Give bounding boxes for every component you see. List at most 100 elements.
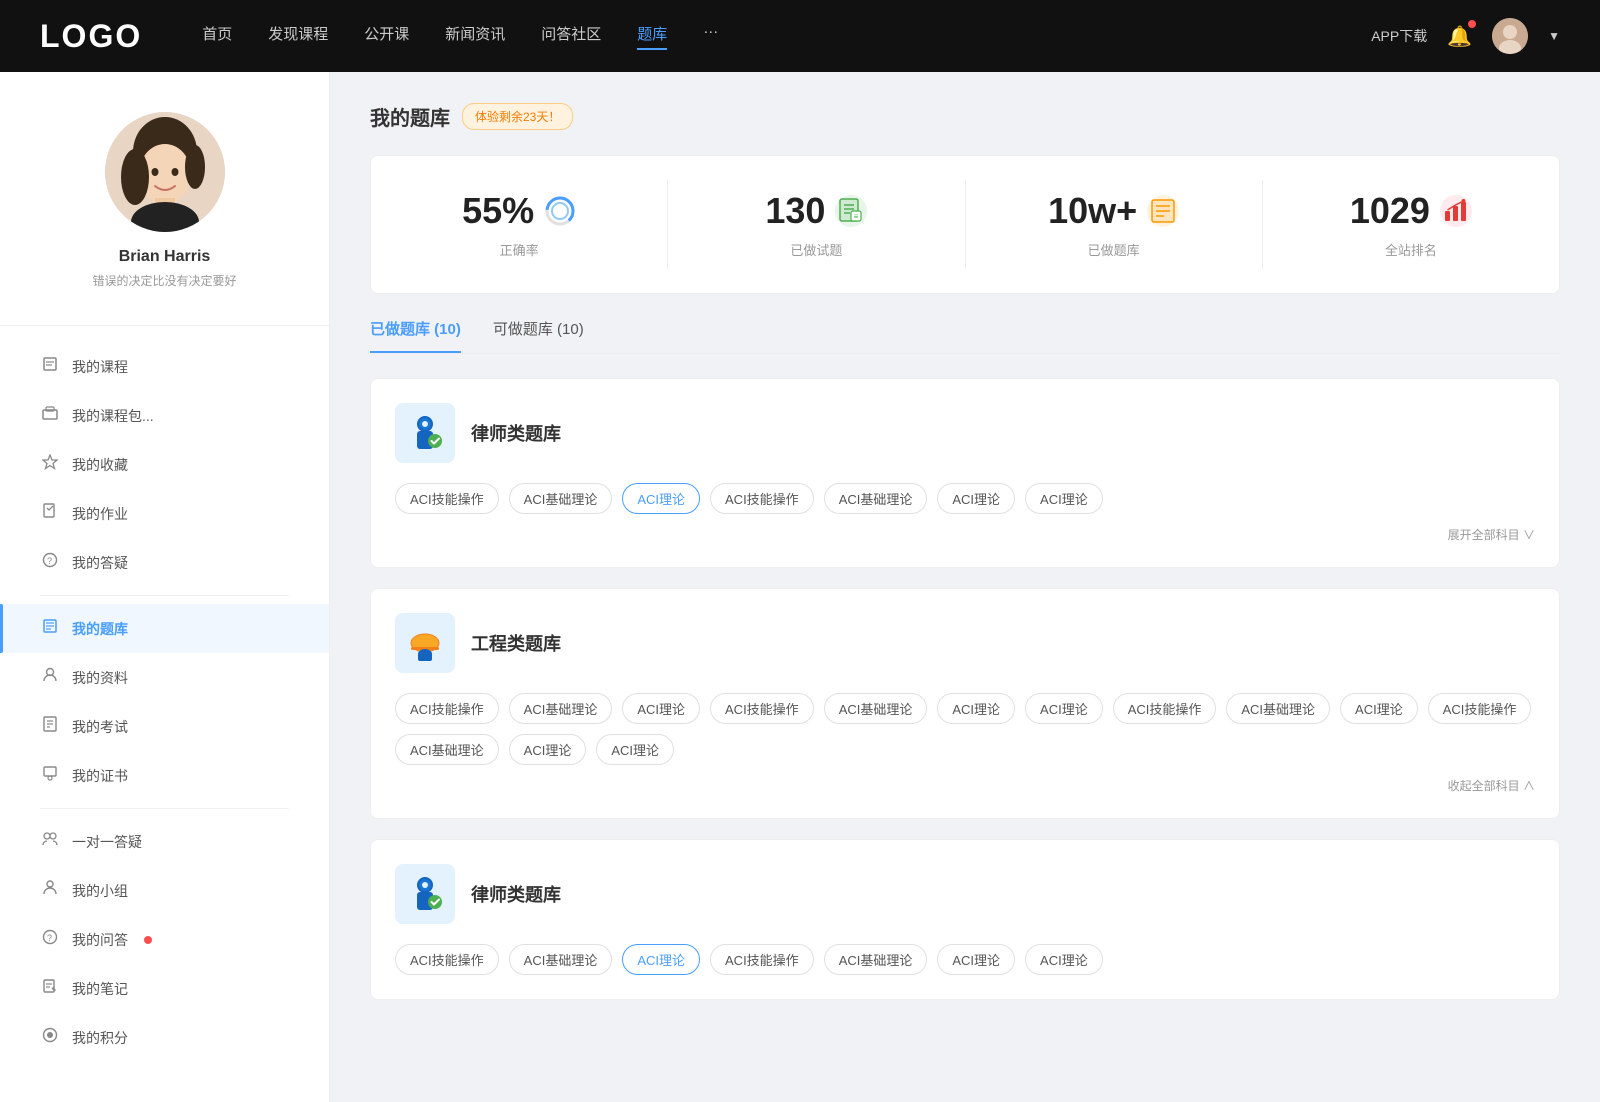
page-layout: Brian Harris 错误的决定比没有决定要好 我的课程 我的课程包... xyxy=(0,72,1600,1102)
stat-ranking: 1029 全站排名 xyxy=(1263,180,1559,269)
nav-more[interactable]: ··· xyxy=(703,23,718,50)
qbank-tag[interactable]: ACI技能操作 xyxy=(395,944,499,975)
notes-icon xyxy=(40,978,60,999)
nav-open-course[interactable]: 公开课 xyxy=(364,23,409,50)
sidebar-item-question-bank[interactable]: 我的题库 xyxy=(0,604,329,653)
sidebar: Brian Harris 错误的决定比没有决定要好 我的课程 我的课程包... xyxy=(0,72,330,1102)
sidebar-label: 我的小组 xyxy=(72,881,128,901)
sidebar-label: 我的课程包... xyxy=(72,406,154,426)
qbank-title-2: 工程类题库 xyxy=(471,630,561,656)
sidebar-item-one-on-one[interactable]: 一对一答疑 xyxy=(0,817,329,866)
sidebar-item-my-exams[interactable]: 我的考试 xyxy=(0,702,329,751)
sidebar-item-my-answers[interactable]: ? 我的问答 xyxy=(0,915,329,964)
qbank-icon xyxy=(40,618,60,639)
sidebar-item-my-courses[interactable]: 我的课程 xyxy=(0,342,329,391)
sidebar-label: 一对一答疑 xyxy=(72,832,142,852)
sidebar-item-course-package[interactable]: 我的课程包... xyxy=(0,391,329,440)
qbank-tag[interactable]: ACI基础理论 xyxy=(509,483,613,514)
qbank-expand-1[interactable]: 展开全部科目 ∨ xyxy=(395,526,1535,543)
qbank-tag[interactable]: ACI理论 xyxy=(622,693,700,724)
qbank-tags-2: ACI技能操作 ACI基础理论 ACI理论 ACI技能操作 ACI基础理论 AC… xyxy=(395,693,1535,765)
sidebar-item-my-notes[interactable]: 我的笔记 xyxy=(0,964,329,1013)
package-icon xyxy=(40,405,60,426)
nav-home[interactable]: 首页 xyxy=(202,23,232,50)
qbank-tag[interactable]: ACI基础理论 xyxy=(824,483,928,514)
qbank-card-lawyer-2: 律师类题库 ACI技能操作 ACI基础理论 ACI理论 ACI技能操作 ACI基… xyxy=(370,839,1560,1000)
qbank-tag-active[interactable]: ACI理论 xyxy=(622,944,700,975)
sidebar-label: 我的答疑 xyxy=(72,553,128,573)
qbank-expand-2[interactable]: 收起全部科目 ∧ xyxy=(395,777,1535,794)
qbank-tag[interactable]: ACI基础理论 xyxy=(824,944,928,975)
sidebar-item-my-points[interactable]: 我的积分 xyxy=(0,1013,329,1062)
qbank-tags-3: ACI技能操作 ACI基础理论 ACI理论 ACI技能操作 ACI基础理论 AC… xyxy=(395,944,1535,975)
qbank-tag[interactable]: ACI理论 xyxy=(509,734,587,765)
qbank-tag[interactable]: ACI技能操作 xyxy=(710,483,814,514)
qbank-tag[interactable]: ACI理论 xyxy=(596,734,674,765)
qbank-tag[interactable]: ACI理论 xyxy=(1025,483,1103,514)
sidebar-label: 我的题库 xyxy=(72,619,128,639)
qbank-tag[interactable]: ACI基础理论 xyxy=(1226,693,1330,724)
qbank-header: 律师类题库 xyxy=(395,864,1535,924)
user-avatar[interactable] xyxy=(1492,18,1528,54)
bell-icon: 🔔 xyxy=(1447,26,1472,48)
main-content: 我的题库 体验剩余23天！ 55% 正确率 xyxy=(330,72,1600,1102)
qbank-tag[interactable]: ACI理论 xyxy=(937,483,1015,514)
exam-icon xyxy=(40,716,60,737)
accuracy-value: 55% xyxy=(462,190,534,232)
sidebar-item-homework[interactable]: 我的作业 xyxy=(0,489,329,538)
nav-qa[interactable]: 问答社区 xyxy=(541,23,601,50)
ranking-value: 1029 xyxy=(1350,190,1430,232)
stat-done-banks: 10w+ 已做题库 xyxy=(966,180,1263,269)
sidebar-label: 我的证书 xyxy=(72,766,128,786)
app-download-link[interactable]: APP下载 xyxy=(1371,26,1427,46)
qbank-tag[interactable]: ACI理论 xyxy=(937,944,1015,975)
stat-top: 1029 xyxy=(1350,190,1472,232)
qbank-tag[interactable]: ACI基础理论 xyxy=(509,944,613,975)
sidebar-label: 我的收藏 xyxy=(72,455,128,475)
trial-badge: 体验剩余23天！ xyxy=(462,103,573,130)
nav-discover[interactable]: 发现课程 xyxy=(268,23,328,50)
svg-text:?: ? xyxy=(47,933,52,943)
qbank-tag[interactable]: ACI技能操作 xyxy=(1113,693,1217,724)
sidebar-item-my-certificates[interactable]: 我的证书 xyxy=(0,751,329,800)
tab-done-banks[interactable]: 已做题库 (10) xyxy=(370,318,461,353)
stats-row: 55% 正确率 130 xyxy=(370,155,1560,294)
qbank-card-engineer: 工程类题库 ACI技能操作 ACI基础理论 ACI理论 ACI技能操作 ACI基… xyxy=(370,588,1560,819)
sidebar-item-favorites[interactable]: 我的收藏 xyxy=(0,440,329,489)
qbank-title-1: 律师类题库 xyxy=(471,420,561,446)
qbank-tag[interactable]: ACI技能操作 xyxy=(395,483,499,514)
done-questions-label: 已做试题 xyxy=(790,240,842,259)
qbank-header: 律师类题库 xyxy=(395,403,1535,463)
qbank-tag[interactable]: ACI技能操作 xyxy=(710,693,814,724)
nav-news[interactable]: 新闻资讯 xyxy=(445,23,505,50)
qbank-tag[interactable]: ACI理论 xyxy=(937,693,1015,724)
tab-available-banks[interactable]: 可做题库 (10) xyxy=(493,318,584,353)
sidebar-item-my-group[interactable]: 我的小组 xyxy=(0,866,329,915)
qbank-tag[interactable]: ACI技能操作 xyxy=(395,693,499,724)
qbank-tag[interactable]: ACI理论 xyxy=(1340,693,1418,724)
qbank-tag-active[interactable]: ACI理论 xyxy=(622,483,700,514)
sidebar-item-my-profile[interactable]: 我的资料 xyxy=(0,653,329,702)
page-title: 我的题库 xyxy=(370,102,450,131)
qbank-title-3: 律师类题库 xyxy=(471,881,561,907)
profile-icon xyxy=(40,667,60,688)
sidebar-divider-top xyxy=(0,325,329,326)
qbank-tag[interactable]: ACI基础理论 xyxy=(824,693,928,724)
stat-accuracy: 55% 正确率 xyxy=(371,180,668,269)
qbank-tag[interactable]: ACI理论 xyxy=(1025,944,1103,975)
qbank-tag[interactable]: ACI基础理论 xyxy=(395,734,499,765)
sidebar-item-my-questions[interactable]: ? 我的答疑 xyxy=(0,538,329,587)
qbank-tag[interactable]: ACI基础理论 xyxy=(509,693,613,724)
qbank-icon-lawyer xyxy=(395,403,455,463)
notification-bell[interactable]: 🔔 xyxy=(1447,24,1472,49)
qbank-tag[interactable]: ACI理论 xyxy=(1025,693,1103,724)
user-menu-chevron[interactable]: ▼ xyxy=(1548,29,1560,43)
nav-question-bank[interactable]: 题库 xyxy=(637,23,667,50)
star-icon xyxy=(40,454,60,475)
sidebar-label: 我的课程 xyxy=(72,357,128,377)
qbank-tag[interactable]: ACI技能操作 xyxy=(1428,693,1532,724)
qbank-tag[interactable]: ACI技能操作 xyxy=(710,944,814,975)
qbank-header: 工程类题库 xyxy=(395,613,1535,673)
accuracy-icon xyxy=(544,195,576,227)
points-icon xyxy=(40,1027,60,1048)
